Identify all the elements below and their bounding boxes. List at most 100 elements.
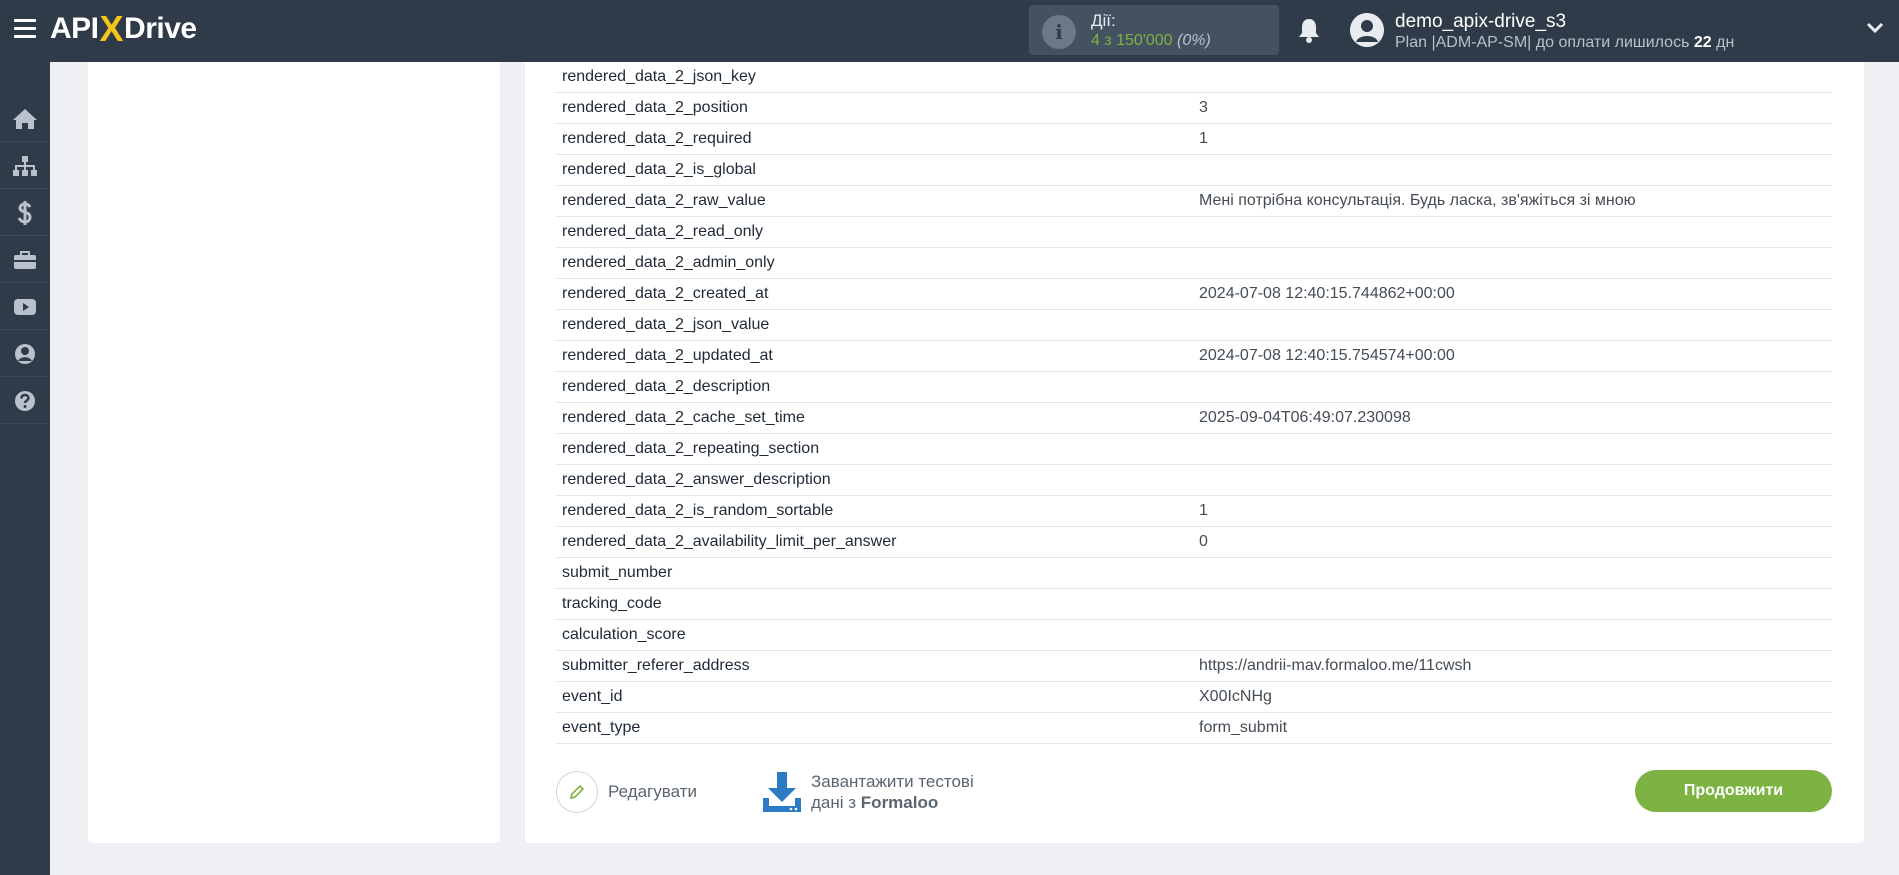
- field-key: rendered_data_2_position: [562, 99, 748, 116]
- table-row: rendered_data_2_cache_set_time 2025-09-04…: [556, 403, 1832, 434]
- edit-circle: [556, 771, 598, 813]
- logo-drive: Drive: [124, 12, 197, 45]
- table-row: rendered_data_2_read_only: [556, 217, 1832, 248]
- field-key: rendered_data_2_description: [562, 378, 771, 395]
- actions-percent: (0%): [1177, 32, 1211, 49]
- download-icon: [763, 772, 801, 812]
- table-row: rendered_data_2_answer_description: [556, 465, 1832, 496]
- table-row: submitter_referer_address https://andrii-…: [556, 651, 1832, 682]
- table-row: rendered_data_2_admin_only: [556, 248, 1832, 279]
- info-icon: i: [1042, 15, 1076, 49]
- field-key: rendered_data_2_admin_only: [562, 254, 775, 271]
- table-row: rendered_data_2_position 3: [556, 93, 1832, 124]
- sidebar-item-services[interactable]: [0, 237, 50, 283]
- briefcase-icon: [14, 250, 36, 269]
- plan-days: 22: [1693, 34, 1712, 51]
- field-key: rendered_data_2_repeating_section: [562, 440, 820, 457]
- plan-text: Plan |ADM-AP-SM| до оплати лишилось: [1395, 34, 1690, 51]
- field-key: rendered_data_2_is_random_sortable: [562, 502, 834, 519]
- download-label-line1: Завантажити тестові: [811, 772, 974, 791]
- sidebar-item-account[interactable]: [0, 331, 50, 377]
- top-bar: API X Drive i Дії: 4 з 150'000 (0%) demo_a…: [0, 0, 1899, 62]
- avatar[interactable]: [1350, 13, 1384, 47]
- plan-days-unit: дн: [1716, 34, 1735, 51]
- actions-counter: i Дії: 4 з 150'000 (0%): [1029, 5, 1279, 55]
- table-row: rendered_data_2_created_at 2024-07-08 12:…: [556, 279, 1832, 310]
- sidebar: [0, 62, 50, 875]
- table-row: tracking_code: [556, 589, 1832, 620]
- field-key: rendered_data_2_availability_limit_per_a…: [562, 533, 897, 550]
- logo[interactable]: API X Drive: [50, 8, 197, 49]
- dollar-icon: [17, 200, 32, 225]
- field-value: form_submit: [1199, 719, 1288, 736]
- download-label-line2: дані з Formaloo: [811, 792, 974, 813]
- table-row: rendered_data_2_repeating_section: [556, 434, 1832, 465]
- field-key: calculation_score: [562, 626, 686, 643]
- table-row: rendered_data_2_is_global: [556, 155, 1832, 186]
- field-value: 0: [1199, 533, 1208, 550]
- table-row: rendered_data_2_description: [556, 372, 1832, 403]
- edit-label: Редагувати: [608, 782, 697, 801]
- field-key: rendered_data_2_created_at: [562, 285, 769, 302]
- table-row: calculation_score: [556, 620, 1832, 651]
- table-row: rendered_data_2_is_random_sortable 1: [556, 496, 1832, 527]
- field-value: X00IcNHg: [1199, 688, 1272, 705]
- field-key: rendered_data_2_updated_at: [562, 347, 773, 364]
- sidebar-item-help[interactable]: [0, 378, 50, 424]
- sidebar-item-billing[interactable]: [0, 190, 50, 236]
- field-key: event_type: [562, 719, 641, 736]
- bell-icon[interactable]: [1297, 17, 1321, 43]
- table-row: rendered_data_2_raw_value Мені потрібна к…: [556, 186, 1832, 217]
- field-key: rendered_data_2_is_global: [562, 161, 756, 178]
- pencil-icon: [569, 784, 585, 800]
- home-icon: [13, 108, 37, 129]
- table-row: rendered_data_2_json_value: [556, 310, 1832, 341]
- table-row: rendered_data_2_updated_at 2024-07-08 12:…: [556, 341, 1832, 372]
- field-value: 1: [1199, 130, 1208, 147]
- help-icon: [15, 390, 35, 411]
- field-key: rendered_data_2_required: [562, 130, 752, 147]
- field-value: Мені потрібна консультація. Будь ласка, …: [1199, 192, 1636, 209]
- sidebar-item-video[interactable]: [0, 284, 50, 330]
- download-label: Завантажити тестові дані з Formaloo: [811, 771, 974, 813]
- table-row: submit_number: [556, 558, 1832, 589]
- field-key: rendered_data_2_json_key: [562, 68, 756, 85]
- download-test-data-button[interactable]: Завантажити тестові дані з Formaloo: [761, 768, 974, 816]
- chevron-down-icon[interactable]: [1866, 22, 1884, 34]
- field-value: 2025-09-04T06:49:07.230098: [1199, 409, 1411, 426]
- main-panel: rendered_data_2_json_key rendered_data_2_…: [525, 62, 1864, 843]
- user-icon: [1350, 13, 1384, 47]
- table-row: rendered_data_2_availability_limit_per_a…: [556, 527, 1832, 558]
- field-value: https://andrii-mav.formaloo.me/11cwsh: [1199, 657, 1472, 674]
- field-key: rendered_data_2_answer_description: [562, 471, 831, 488]
- actions-count-value: 4 з 150'000: [1091, 32, 1173, 49]
- youtube-icon: [14, 298, 36, 315]
- table-row: event_id X00IcNHg: [556, 682, 1832, 713]
- actions-count: 4 з 150'000 (0%): [1091, 32, 1211, 50]
- download-source: Formaloo: [860, 793, 939, 812]
- sidebar-item-home[interactable]: [0, 96, 50, 142]
- edit-button[interactable]: Редагувати: [556, 770, 697, 814]
- field-value: 3: [1199, 99, 1208, 116]
- field-key: rendered_data_2_cache_set_time: [562, 409, 805, 426]
- left-panel: [88, 62, 500, 843]
- user-plan: Plan |ADM-AP-SM| до оплати лишилось 22 д…: [1395, 34, 1734, 52]
- user-circle-icon: [15, 343, 35, 364]
- field-key: rendered_data_2_json_value: [562, 316, 770, 333]
- field-key: event_id: [562, 688, 623, 705]
- field-key: submit_number: [562, 564, 673, 581]
- continue-button[interactable]: Продовжити: [1635, 770, 1832, 812]
- user-name[interactable]: demo_apix-drive_s3: [1395, 11, 1566, 33]
- sitemap-icon: [13, 155, 37, 176]
- menu-icon[interactable]: [14, 19, 36, 39]
- sidebar-item-connections[interactable]: [0, 143, 50, 189]
- field-key: submitter_referer_address: [562, 657, 750, 674]
- logo-api: API: [50, 12, 99, 45]
- table-row: rendered_data_2_required 1: [556, 124, 1832, 155]
- data-table: rendered_data_2_json_key rendered_data_2_…: [556, 62, 1832, 744]
- field-key: tracking_code: [562, 595, 662, 612]
- table-row: event_type form_submit: [556, 713, 1832, 744]
- table-row: rendered_data_2_json_key: [556, 62, 1832, 93]
- field-value: 1: [1199, 502, 1208, 519]
- field-key: rendered_data_2_read_only: [562, 223, 764, 240]
